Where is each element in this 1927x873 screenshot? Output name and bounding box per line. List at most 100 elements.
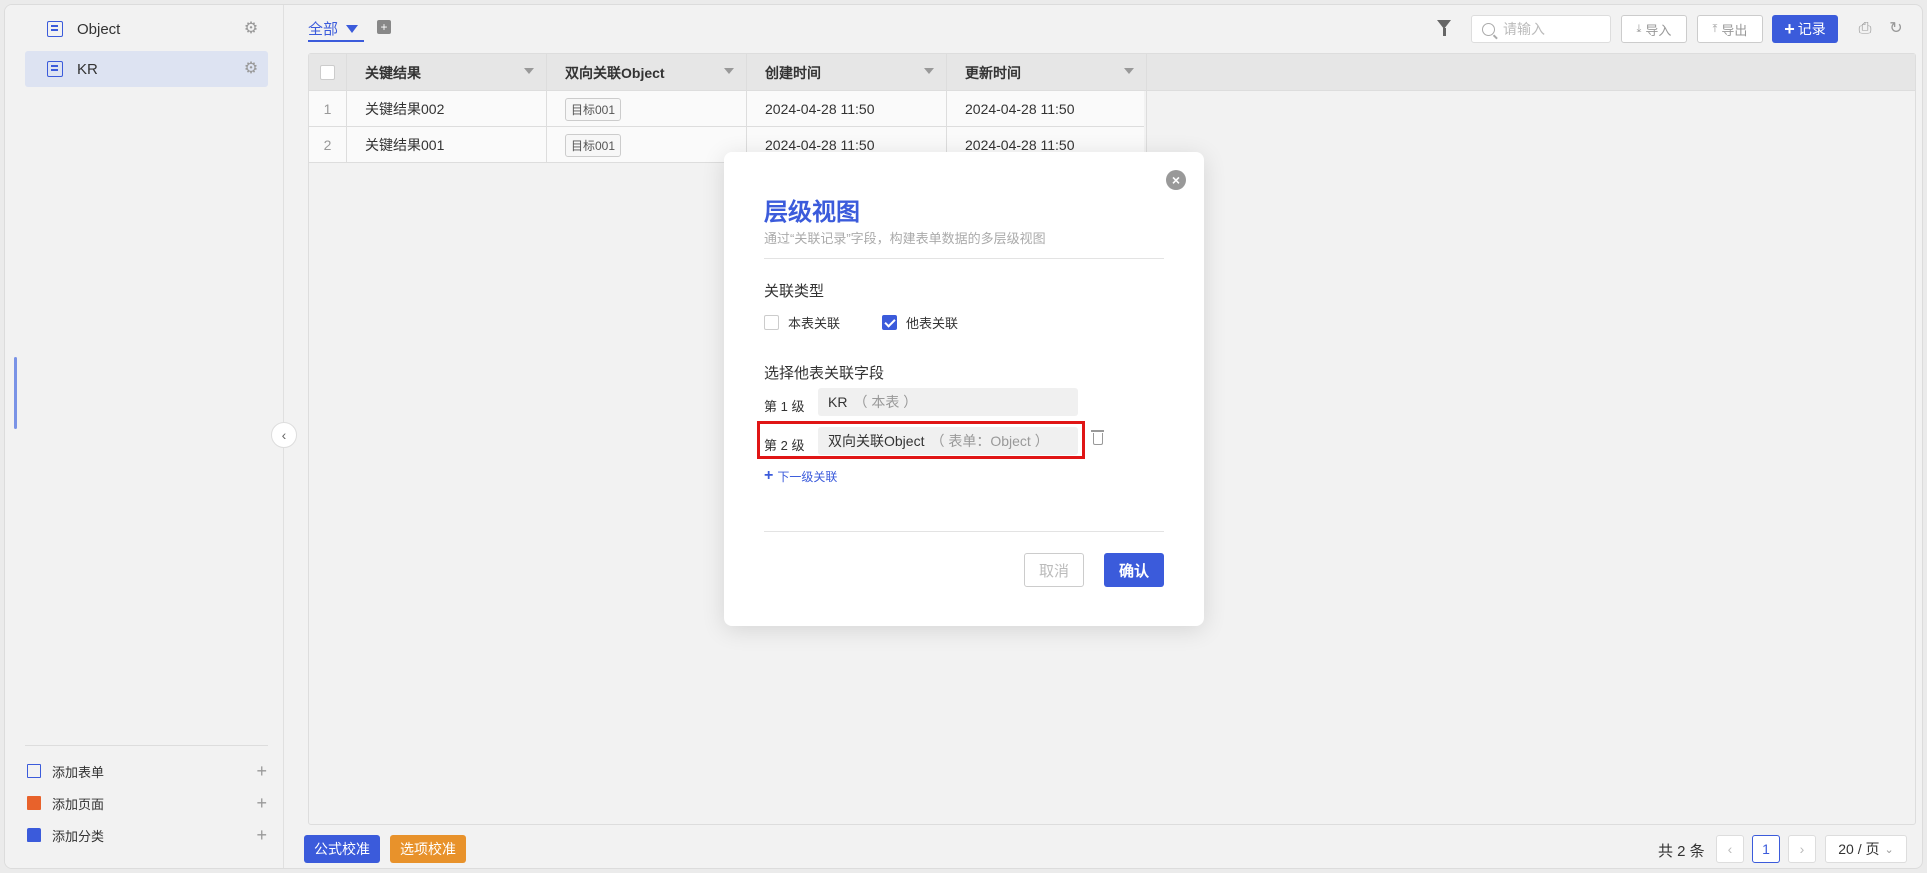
add-next-level-button[interactable]: + 下一级关联 — [764, 467, 837, 485]
column-header-label: 双向关联Object — [565, 64, 665, 81]
sidebar-item-kr[interactable]: KR ⚙ — [25, 51, 268, 87]
toolbar: 全部 + ⤓ 导入 ⤒ 导出 + 记录 ⎙ ↻ — [308, 15, 1918, 45]
caret-down-icon — [346, 24, 359, 33]
dialog-title: 层级视图 — [764, 199, 860, 226]
download-icon: ⤓ — [1636, 22, 1642, 35]
level-1-label: 第 1 级 — [764, 399, 805, 414]
plus-icon: + — [764, 467, 774, 484]
object-tag[interactable]: 目标001 — [565, 97, 622, 121]
level-1-value: KR — [828, 394, 848, 410]
other-relation-checkbox[interactable]: 他表关联 — [882, 313, 958, 332]
plus-icon: + — [256, 793, 267, 813]
column-header-kr[interactable]: 关键结果 — [347, 54, 547, 91]
checkbox-box[interactable] — [764, 315, 779, 330]
sidebar-item-label: Object — [77, 20, 121, 38]
sidebar-item-object[interactable]: Object ⚙ — [25, 11, 268, 47]
add-record-label: 记录 — [1797, 21, 1826, 37]
import-button[interactable]: ⤓ 导入 — [1621, 15, 1687, 43]
column-header-label: 创建时间 — [765, 64, 821, 81]
caret-down-icon[interactable] — [724, 68, 734, 74]
add-view-icon[interactable]: + — [377, 20, 391, 34]
tab-all[interactable]: 全部 — [308, 18, 359, 39]
self-relation-checkbox[interactable]: 本表关联 — [764, 313, 840, 332]
close-icon[interactable]: × — [1166, 170, 1186, 190]
plus-icon: + — [1784, 18, 1795, 39]
formula-calibrate-button[interactable]: 公式校准 — [304, 835, 380, 863]
search-input[interactable] — [1503, 21, 1603, 37]
form-icon — [47, 61, 63, 77]
page-size-select[interactable]: 20 / 页 ⌄ — [1825, 835, 1907, 863]
plus-icon: + — [256, 825, 267, 845]
add-category-label: 添加分类 — [52, 828, 105, 844]
total-count: 共 2 条 — [1658, 843, 1705, 860]
trash-icon[interactable] — [1091, 430, 1104, 445]
gear-icon[interactable]: ⚙ — [242, 20, 260, 38]
import-label: 导入 — [1645, 22, 1672, 38]
cell-object[interactable]: 目标001 — [547, 91, 747, 127]
chevron-left-icon: ‹ — [281, 427, 287, 443]
confirm-button[interactable]: 确认 — [1104, 553, 1164, 587]
page-size-label: 20 / 页 — [1838, 841, 1880, 857]
gear-icon[interactable]: ⚙ — [242, 60, 260, 78]
row-number: 2 — [309, 127, 347, 163]
add-page-label: 添加页面 — [52, 796, 105, 812]
scroll-indicator[interactable] — [14, 357, 17, 429]
add-record-button[interactable]: + 记录 — [1772, 15, 1838, 43]
sidebar-divider — [25, 745, 268, 746]
relation-type-label: 关联类型 — [764, 283, 825, 300]
level-1-field: KR （ 本表 ） — [818, 388, 1078, 416]
page-icon — [27, 796, 41, 810]
cell-object[interactable]: 目标001 — [547, 127, 747, 163]
column-header-updated[interactable]: 更新时间 — [947, 54, 1147, 91]
checkbox-checked[interactable] — [882, 315, 897, 330]
column-header-label: 关键结果 — [365, 64, 421, 81]
select-field-label: 选择他表关联字段 — [764, 365, 885, 382]
cancel-button[interactable]: 取消 — [1024, 553, 1084, 587]
print-icon[interactable]: ⎙ — [1855, 19, 1875, 39]
tab-underline — [308, 40, 364, 42]
prev-page-button[interactable]: ‹ — [1716, 835, 1744, 863]
add-form-button[interactable]: 添加表单 + — [27, 759, 267, 783]
export-label: 导出 — [1721, 22, 1748, 38]
highlight-box — [757, 421, 1085, 459]
chevron-right-icon: › — [1799, 841, 1805, 857]
divider — [764, 258, 1164, 259]
next-page-button[interactable]: › — [1788, 835, 1816, 863]
caret-down-icon[interactable] — [924, 68, 934, 74]
chevron-down-icon: ⌄ — [1884, 843, 1894, 856]
cell-kr[interactable]: 关键结果001 — [347, 127, 547, 163]
folder-icon — [27, 828, 41, 842]
level-1-note: （ 本表 ） — [853, 394, 918, 410]
add-next-level-label: 下一级关联 — [777, 469, 838, 484]
refresh-icon[interactable]: ↻ — [1886, 19, 1906, 39]
add-category-button[interactable]: 添加分类 + — [27, 823, 267, 847]
search-icon — [1482, 22, 1495, 36]
sidebar-item-label: KR — [77, 60, 98, 78]
select-all-cell — [309, 54, 347, 91]
cell-kr[interactable]: 关键结果002 — [347, 91, 547, 127]
self-relation-label: 本表关联 — [788, 316, 841, 331]
option-calibrate-button[interactable]: 选项校准 — [390, 835, 466, 863]
caret-down-icon[interactable] — [524, 68, 534, 74]
collapse-sidebar-button[interactable]: ‹ — [271, 422, 297, 448]
filter-icon[interactable] — [1437, 20, 1451, 36]
table-row[interactable]: 1 关键结果002 目标001 2024-04-28 11:50 2024-04… — [309, 91, 1147, 127]
other-relation-label: 他表关联 — [906, 316, 959, 331]
chevron-left-icon: ‹ — [1727, 841, 1733, 857]
search-box[interactable] — [1471, 15, 1611, 43]
column-header-created[interactable]: 创建时间 — [747, 54, 947, 91]
page-number-button[interactable]: 1 — [1752, 835, 1780, 863]
cell-updated: 2024-04-28 11:50 — [947, 91, 1147, 127]
form-icon — [47, 21, 63, 37]
caret-down-icon[interactable] — [1124, 68, 1134, 74]
tab-all-label: 全部 — [308, 21, 339, 38]
export-button[interactable]: ⤒ 导出 — [1697, 15, 1763, 43]
column-header-object[interactable]: 双向关联Object — [547, 54, 747, 91]
add-page-button[interactable]: 添加页面 + — [27, 791, 267, 815]
row-number: 1 — [309, 91, 347, 127]
select-all-checkbox[interactable] — [320, 65, 335, 80]
form-icon — [27, 764, 41, 778]
dialog-subtitle: 通过“关联记录”字段，构建表单数据的多层级视图 — [764, 231, 1046, 246]
upload-icon: ⤒ — [1712, 22, 1718, 35]
object-tag[interactable]: 目标001 — [565, 133, 622, 157]
